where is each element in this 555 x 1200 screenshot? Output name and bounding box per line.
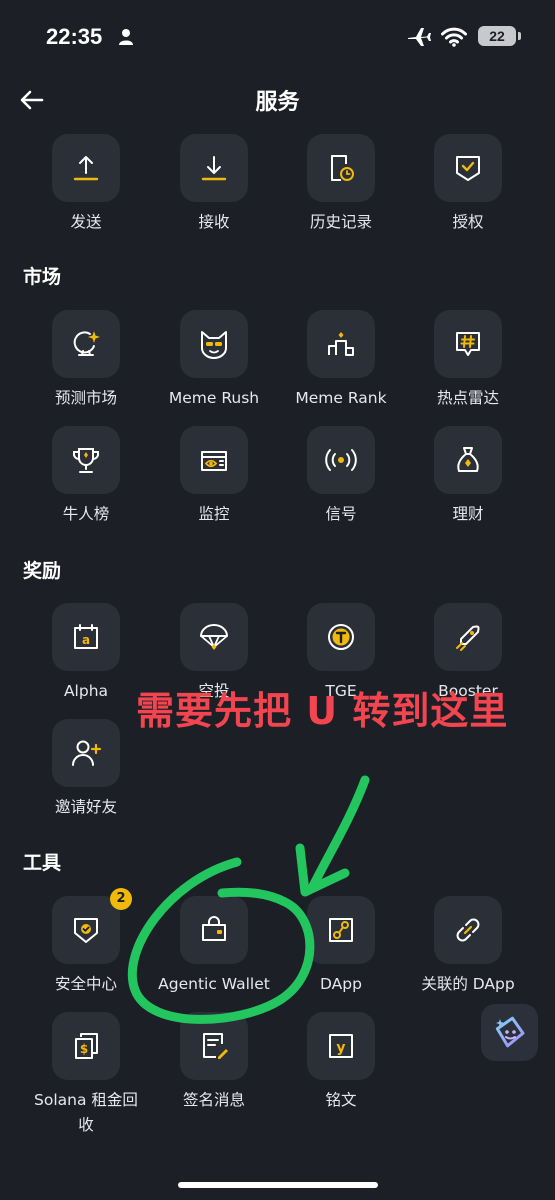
link-icon [434, 896, 502, 964]
svg-text:y: y [336, 1040, 345, 1056]
status-time: 22:35 [46, 24, 103, 49]
tile-label: 关联的 DApp [421, 975, 515, 993]
tile-solana-rent-recovery[interactable]: $ Solana 租金回 收 [22, 1012, 150, 1142]
tile-invite-friends[interactable]: 邀请好友 [22, 719, 150, 829]
tile-meme-rank[interactable]: Meme Rank [277, 310, 405, 420]
alpha-calendar-icon: a [52, 603, 120, 671]
monitor-eye-icon [180, 426, 248, 494]
tile-inscription[interactable]: y 铭文 [277, 1012, 405, 1122]
tile-label-line: Solana 租金回 [34, 1091, 138, 1109]
tile-connected-dapps[interactable]: 关联的 DApp [404, 896, 532, 1006]
tile-earn[interactable]: 理财 [404, 426, 532, 536]
tile-sign-message[interactable]: 签名消息 [150, 1012, 278, 1122]
tile-airdrop[interactable]: 空投 [150, 603, 278, 713]
tile-label: Booster [438, 682, 498, 700]
crystal-ball-icon [52, 310, 120, 378]
tile-label: 理财 [452, 505, 484, 523]
tile-label: 邀请好友 [54, 798, 117, 816]
tile-label: 铭文 [325, 1091, 357, 1109]
airplane-icon [408, 28, 431, 46]
rocket-icon [434, 603, 502, 671]
home-indicator [178, 1182, 378, 1188]
notification-badge: 2 [110, 888, 132, 910]
tile-label: 空投 [198, 682, 230, 700]
tile-label: 热点雷达 [436, 389, 499, 407]
tile-agentic-wallet[interactable]: Agentic Wallet [150, 896, 278, 1006]
tile-label: 授权 [452, 213, 484, 231]
tile-label: 安全中心 [54, 975, 117, 993]
tile-meme-rush[interactable]: Meme Rush [150, 310, 278, 420]
rent-recovery-icon: $ [52, 1012, 120, 1080]
tile-label: Meme Rank [295, 389, 387, 407]
battery-indicator: 22 [478, 26, 516, 46]
section-title-market: 市场 [23, 266, 62, 288]
ai-sparkle-face-icon [495, 1016, 524, 1047]
inscription-icon: y [307, 1012, 375, 1080]
page-title: 服务 [255, 90, 300, 115]
tile-label: Meme Rush [168, 389, 260, 407]
tile-label: 历史记录 [309, 213, 372, 231]
tile-label: 牛人榜 [62, 505, 110, 523]
tge-coin-icon [307, 603, 375, 671]
tile-hot-radar[interactable]: 热点雷达 [404, 310, 532, 420]
dapp-icon [307, 896, 375, 964]
section-title-tools: 工具 [23, 852, 62, 874]
signal-icon [307, 426, 375, 494]
money-bag-icon [434, 426, 502, 494]
svg-text:$: $ [80, 1042, 88, 1056]
tile-label: 信号 [325, 505, 357, 523]
tile-tge[interactable]: TGE [277, 603, 405, 713]
tile-label: 签名消息 [182, 1091, 245, 1109]
meme-face-icon [180, 310, 248, 378]
tile-top-traders[interactable]: 牛人榜 [22, 426, 150, 536]
tile-label: Solana 租金回 收 [22, 1088, 150, 1138]
tile-label: Agentic Wallet [158, 975, 270, 993]
tile-monitor[interactable]: 监控 [150, 426, 278, 536]
trophy-icon [52, 426, 120, 494]
hashtag-icon [434, 310, 502, 378]
tile-authorize[interactable]: 授权 [404, 134, 532, 244]
tile-label: 监控 [198, 505, 230, 523]
person-icon [119, 29, 133, 45]
status-bar: 22:35 22 [0, 0, 555, 72]
tile-receive[interactable]: 接收 [150, 134, 278, 244]
tile-label: 接收 [198, 213, 230, 231]
security-shield-icon [52, 896, 120, 964]
sign-message-icon [180, 1012, 248, 1080]
tile-label: TGE [325, 682, 357, 700]
tile-booster[interactable]: Booster [404, 603, 532, 713]
podium-icon [307, 310, 375, 378]
wifi-icon [441, 27, 467, 47]
tile-label-line: 收 [78, 1116, 94, 1134]
upload-icon [52, 134, 120, 202]
ai-assistant-button[interactable] [481, 1004, 538, 1061]
history-icon [307, 134, 375, 202]
tile-dapp[interactable]: DApp [277, 896, 405, 1006]
authorize-icon [434, 134, 502, 202]
tile-label: 发送 [70, 213, 102, 231]
tile-send[interactable]: 发送 [22, 134, 150, 244]
tile-security-center[interactable]: 2 安全中心 [22, 888, 150, 1006]
svg-text:a: a [82, 633, 90, 647]
tile-prediction-market[interactable]: 预测市场 [22, 310, 150, 420]
tile-alpha[interactable]: a Alpha [22, 603, 150, 713]
battery-tip [518, 32, 521, 40]
section-title-rewards: 奖励 [23, 560, 62, 582]
nav-bar: 服务 [0, 72, 555, 128]
tile-history[interactable]: 历史记录 [277, 134, 405, 244]
parachute-icon [180, 603, 248, 671]
tile-label: Alpha [63, 682, 109, 700]
tile-label: 预测市场 [54, 389, 117, 407]
tile-label: DApp [320, 975, 362, 993]
invite-user-icon [52, 719, 120, 787]
wallet-icon [180, 896, 248, 964]
download-icon [180, 134, 248, 202]
tile-signal[interactable]: 信号 [277, 426, 405, 536]
